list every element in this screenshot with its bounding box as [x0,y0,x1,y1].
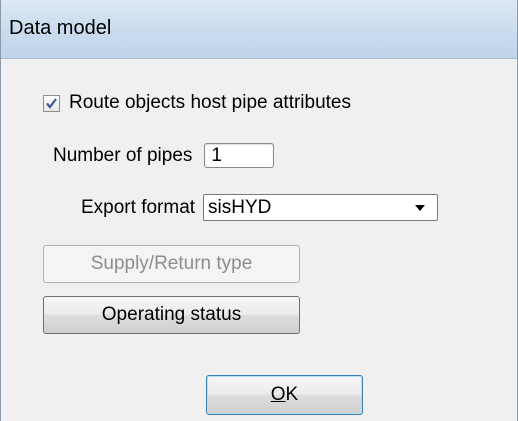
export-format-value: sisHYD [208,197,272,218]
route-objects-checkbox-row[interactable]: Route objects host pipe attributes [43,91,351,115]
supply-return-type-label: Supply/Return type [90,253,253,274]
export-format-label: Export format [81,196,196,218]
route-objects-checkbox[interactable] [43,94,60,112]
ok-button[interactable]: OK [206,375,363,415]
operating-status-label: Operating status [101,304,242,325]
export-format-select[interactable]: sisHYD [203,194,439,221]
dropdown-arrow-icon [415,205,426,211]
checkmark-icon [46,97,57,109]
export-format-row: Export format sisHYD [81,194,439,221]
ok-label-rest: K [285,384,299,405]
supply-return-type-button[interactable]: Supply/Return type [43,245,300,283]
number-of-pipes-label: Number of pipes [53,144,193,166]
ok-mnemonic: O [270,384,286,405]
route-objects-label: Route objects host pipe attributes [69,92,352,113]
operating-status-button[interactable]: Operating status [43,296,300,334]
dialog-window: Data model Route objects host pipe attri… [0,0,518,421]
number-of-pipes-row: Number of pipes 1 [53,143,275,168]
number-of-pipes-input[interactable]: 1 [204,143,275,168]
title-bar[interactable]: Data model [1,0,517,59]
dialog-title: Data model [9,17,112,39]
